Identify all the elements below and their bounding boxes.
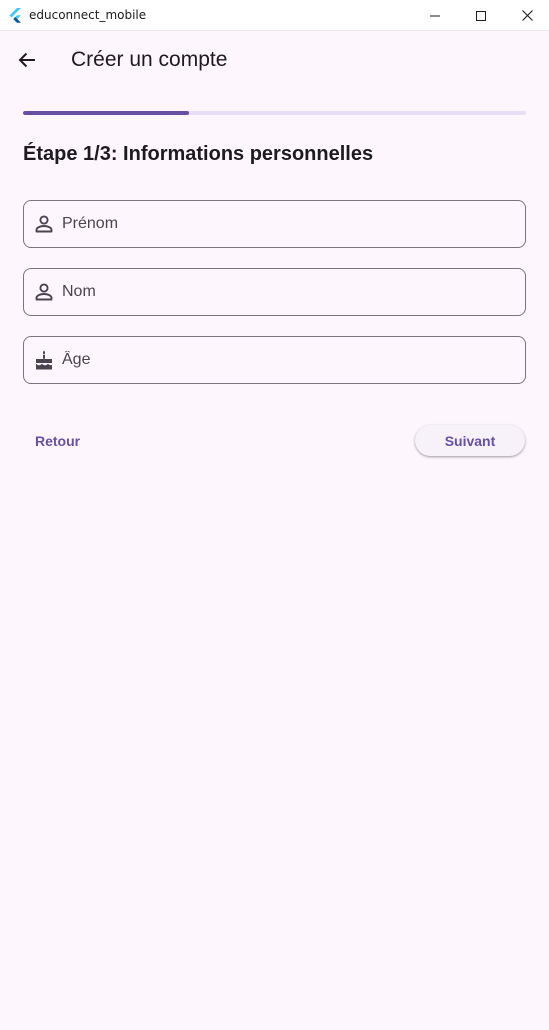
nom-input[interactable] [62, 270, 512, 314]
age-field[interactable] [23, 336, 526, 384]
person-icon [35, 215, 53, 233]
prenom-field[interactable] [23, 200, 526, 248]
close-icon [521, 10, 533, 21]
step-heading: Étape 1/3: Informations personnelles [23, 143, 374, 165]
prenom-input[interactable] [62, 202, 512, 246]
app-bar: Créer un compte [0, 31, 549, 89]
maximize-icon [476, 10, 486, 21]
window-titlebar: educonnect_mobile [0, 0, 549, 31]
window-title: educonnect_mobile [29, 8, 147, 22]
minimize-button[interactable] [412, 0, 458, 31]
step-progress-fill [23, 111, 189, 115]
age-input[interactable] [62, 338, 512, 382]
page-title: Créer un compte [71, 48, 228, 71]
back-button[interactable] [7, 40, 47, 80]
minimize-icon [430, 15, 440, 16]
arrow-back-icon [18, 52, 35, 68]
person-icon [35, 283, 53, 301]
retour-button[interactable]: Retour [23, 424, 92, 458]
app-window: educonnect_mobile Créer un compte Étape … [0, 0, 549, 1030]
step-progress-bar [23, 111, 526, 115]
close-button[interactable] [504, 0, 549, 31]
flutter-logo-icon [9, 8, 21, 23]
maximize-button[interactable] [458, 0, 504, 31]
suivant-button[interactable]: Suivant [415, 425, 525, 456]
nom-field[interactable] [23, 268, 526, 316]
cake-icon [36, 350, 52, 370]
